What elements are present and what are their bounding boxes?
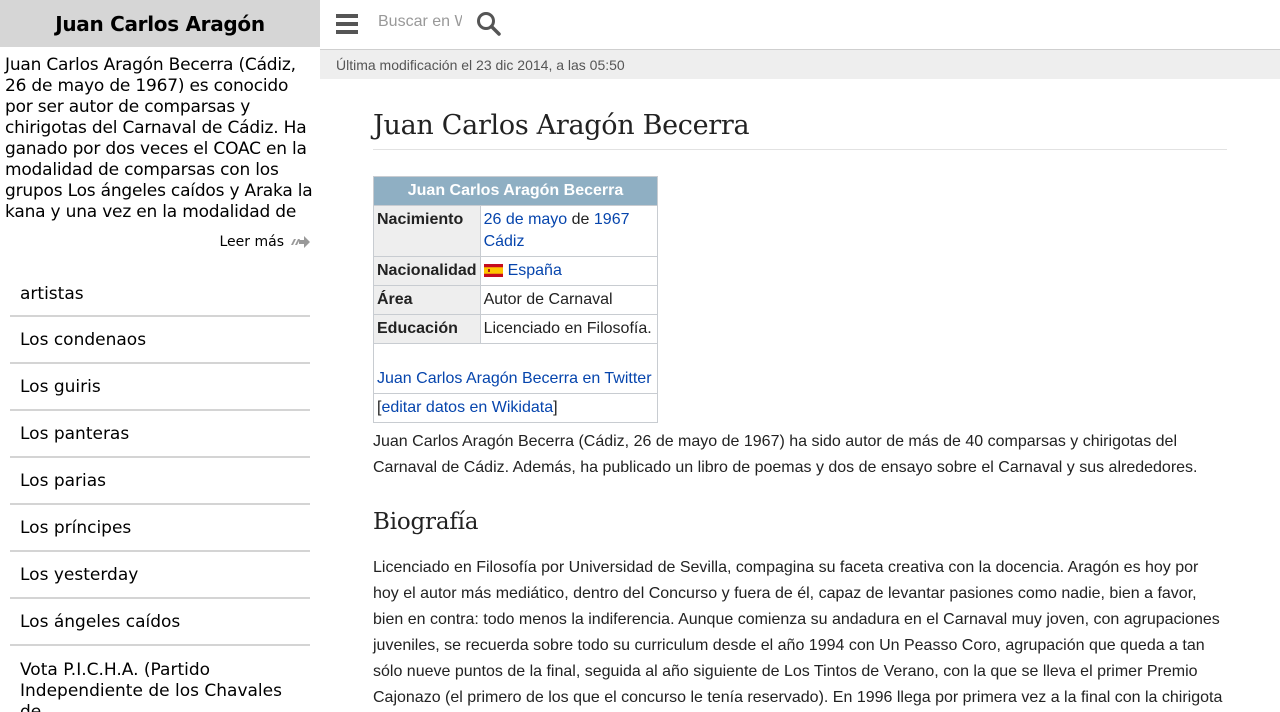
sidebar-summary: Juan Carlos Aragón Becerra (Cádiz, 26 de… — [5, 55, 313, 222]
article: Juan Carlos Aragón Becerra Juan Carlos A… — [373, 110, 1227, 711]
last-modified-bar[interactable]: Última modificación el 23 dic 2014, a la… — [320, 50, 1280, 79]
infobox-label-nacionalidad: Nacionalidad — [373, 256, 481, 286]
birth-place-link[interactable]: Cádiz — [484, 233, 525, 250]
list-item-label: Los condenaos — [20, 329, 147, 350]
list-item[interactable]: Los parias — [10, 458, 310, 505]
list-item[interactable]: Los príncipes — [10, 505, 310, 552]
infobox-label-nacimiento: Nacimiento — [373, 205, 481, 257]
list-item[interactable]: Los guiris — [10, 364, 310, 411]
spain-flag-icon — [483, 264, 503, 277]
bracket-close: ] — [553, 399, 558, 416]
list-item-label: Los parias — [20, 470, 107, 491]
list-item-label: Los príncipes — [20, 517, 132, 538]
list-item-label: artistas — [20, 284, 84, 304]
infobox-value-nacionalidad: España — [479, 256, 659, 286]
read-more-label: Leer más — [219, 234, 285, 250]
birth-de-text: de — [571, 211, 590, 228]
list-item-label: Los guiris — [20, 376, 101, 397]
nationality-link[interactable]: España — [508, 262, 562, 279]
search-input[interactable] — [378, 10, 462, 34]
list-item-label: Los ángeles caídos — [20, 611, 181, 632]
last-modified-text: Última modificación el 23 dic 2014, a la… — [336, 56, 625, 73]
infobox-label-educacion: Educación — [373, 314, 481, 344]
page-title: Juan Carlos Aragón Becerra — [373, 110, 1227, 150]
birth-year-link[interactable]: 1967 — [594, 211, 630, 228]
list-item[interactable]: Los panteras — [10, 411, 310, 458]
read-more-button[interactable]: Leer más — [219, 234, 310, 250]
arrow-right-icon — [291, 236, 310, 248]
infobox-label-area: Área — [373, 285, 481, 315]
biografia-paragraph: Licenciado en Filosofía por Universidad … — [373, 559, 1223, 706]
sidebar: Juan Carlos Aragón Juan Carlos Aragón Be… — [0, 0, 320, 712]
infobox-title: Juan Carlos Aragón Becerra — [373, 176, 658, 206]
infobox-value-nacimiento: 26 de mayo de 1967 Cádiz — [479, 205, 659, 257]
section-heading-biografia[interactable]: Biografía — [373, 509, 1227, 535]
hamburger-menu-icon[interactable] — [336, 14, 358, 34]
list-item[interactable]: artistas — [10, 272, 310, 317]
list-item-label: Los yesterday — [20, 564, 139, 585]
infobox-value-area: Autor de Carnaval — [479, 285, 659, 315]
list-item[interactable]: Los yesterday — [10, 552, 310, 599]
birth-date-link[interactable]: 26 de mayo — [484, 211, 568, 228]
edit-wikidata-link[interactable]: editar datos en Wikidata — [381, 399, 553, 416]
infobox-twitter-cell: Juan Carlos Aragón Becerra en Twitter — [373, 343, 658, 394]
sidebar-header-title: Juan Carlos Aragón — [0, 0, 320, 47]
list-item-label: Los panteras — [20, 423, 130, 444]
sidebar-list: artistas Los condenaos Los guiris Los pa… — [10, 272, 310, 712]
list-item[interactable]: Los ángeles caídos — [10, 599, 310, 646]
intro-paragraph: Juan Carlos Aragón Becerra (Cádiz, 26 de… — [373, 433, 1198, 476]
infobox-value-educacion: Licenciado en Filosofía. — [479, 314, 659, 344]
infobox: Juan Carlos Aragón Becerra Nacimiento 26… — [373, 176, 659, 423]
infobox-wikidata-cell: [editar datos en Wikidata] — [373, 393, 658, 423]
list-item[interactable]: Vota P.I.C.H.A. (Partido Independiente d… — [10, 646, 310, 712]
top-bar — [320, 0, 1280, 50]
magnifier-icon[interactable] — [476, 11, 502, 37]
list-item[interactable]: Los condenaos — [10, 317, 310, 364]
list-item-label: Vota P.I.C.H.A. (Partido Independiente d… — [20, 660, 282, 712]
twitter-link[interactable]: Juan Carlos Aragón Becerra en Twitter — [377, 370, 652, 387]
